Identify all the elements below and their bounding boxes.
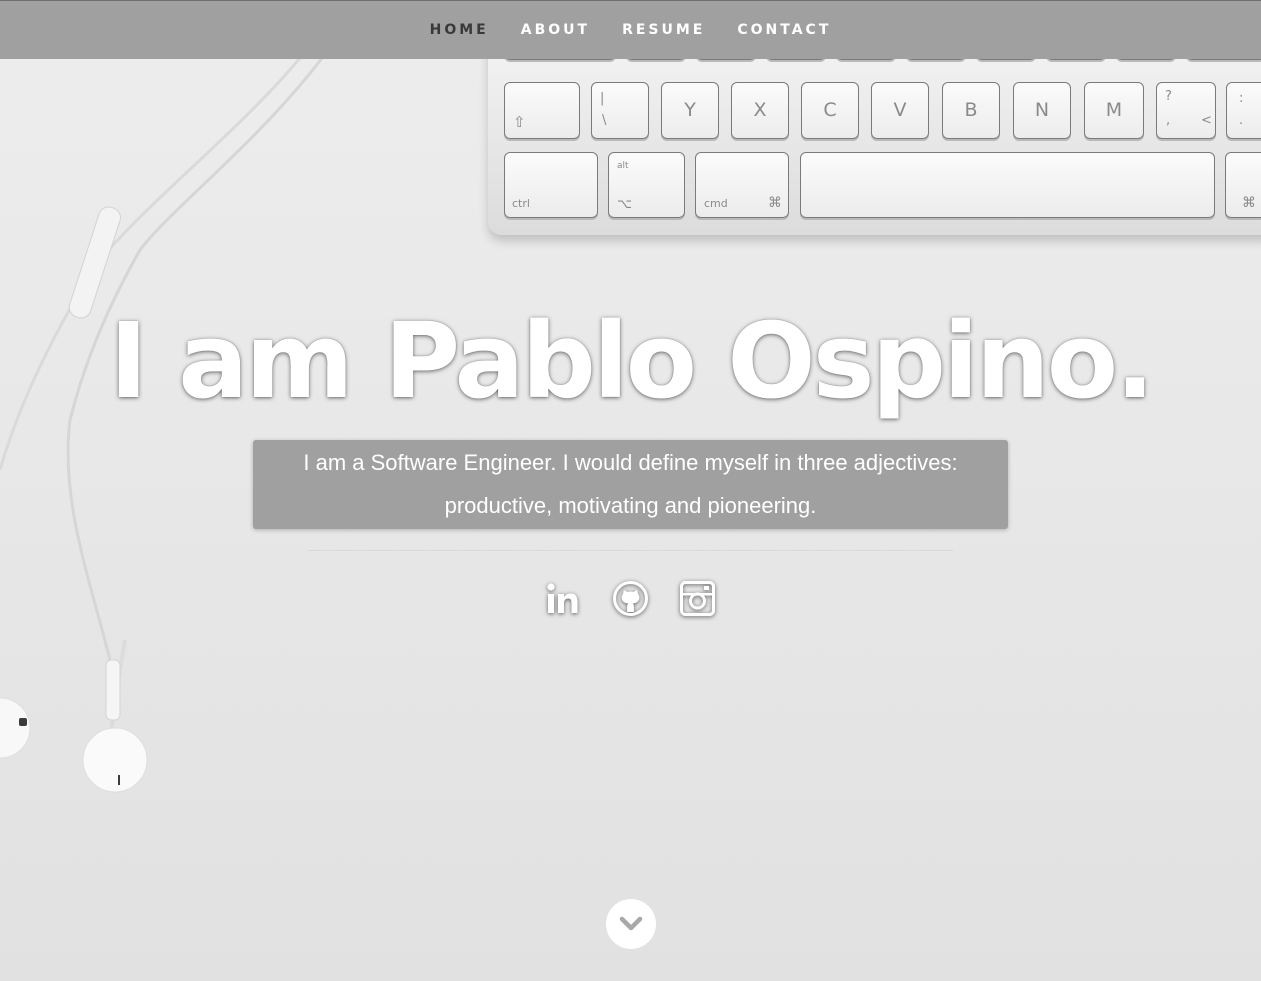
keyboard-key: C (801, 82, 859, 139)
nav-home[interactable]: HOME (414, 22, 505, 38)
intro-box: I am a Software Engineer. I would define… (253, 440, 1008, 529)
intro-line-2: productive, motivating and pioneering. (444, 493, 817, 518)
period-key: : . (1226, 82, 1261, 139)
github-icon[interactable] (612, 580, 649, 617)
nav-contact[interactable]: CONTACT (721, 22, 847, 38)
alt-key: alt ⌥ (608, 152, 685, 218)
cmd-key: cmd ⌘ (695, 152, 789, 218)
comma-key: ? , < (1156, 82, 1216, 139)
keyboard-key: M (1084, 82, 1144, 139)
backslash-key: | \ (591, 82, 649, 139)
divider (308, 550, 953, 551)
nav-about[interactable]: ABOUT (505, 22, 606, 38)
keyboard-key: V (871, 82, 929, 139)
ctrl-key: ctrl (504, 152, 598, 218)
intro-line-1: I am a Software Engineer. I would define… (303, 450, 958, 475)
keyboard-key: X (731, 82, 789, 139)
keyboard-key: B (942, 82, 1000, 139)
keyboard-image: ⇧ | \ Y X C V B N M ? , < : . ctrl alt ⌥… (488, 30, 1261, 235)
linkedin-icon[interactable] (545, 580, 582, 617)
spacebar-key (800, 152, 1215, 218)
top-navbar: HOME ABOUT RESUME CONTACT (0, 0, 1261, 59)
nav-resume[interactable]: RESUME (606, 22, 721, 38)
shift-key: ⇧ (504, 82, 580, 139)
cmd-key-right: ⌘ (1225, 152, 1261, 218)
instagram-icon[interactable] (679, 580, 716, 617)
chevron-down-icon (619, 916, 643, 931)
social-links (0, 580, 1261, 617)
hero-headline: I am Pablo Ospino. (109, 300, 1154, 422)
keyboard-key: Y (661, 82, 719, 139)
scroll-down-button[interactable] (606, 899, 656, 949)
keyboard-key: N (1013, 82, 1071, 139)
